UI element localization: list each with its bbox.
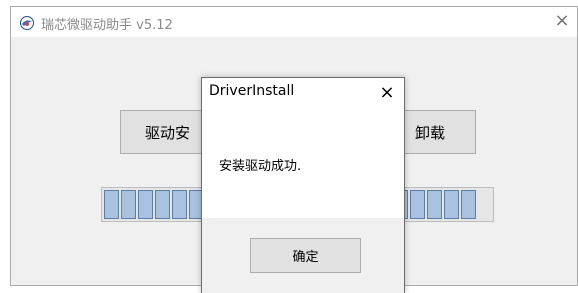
close-icon[interactable]: × <box>374 80 400 106</box>
progress-segment <box>410 190 425 219</box>
progress-segment <box>172 190 187 219</box>
app-logo-icon <box>20 16 34 30</box>
progress-segment <box>104 190 119 219</box>
progress-segment <box>121 190 136 219</box>
progress-segment <box>155 190 170 219</box>
driver-install-dialog: DriverInstall × 安装驱动成功. 确定 <box>201 77 405 293</box>
progress-segment <box>138 190 153 219</box>
window-title: 瑞芯微驱动助手 v5.12 <box>41 18 173 33</box>
dialog-titlebar: DriverInstall × <box>202 78 404 108</box>
main-titlebar: 瑞芯微驱动助手 v5.12 × <box>11 7 577 37</box>
dialog-title: DriverInstall <box>209 83 295 99</box>
dialog-message: 安装驱动成功. <box>219 159 302 174</box>
close-icon[interactable]: × <box>547 7 577 37</box>
progress-segment <box>427 190 442 219</box>
dialog-footer: 确定 <box>202 218 404 293</box>
ok-button[interactable]: 确定 <box>250 238 361 273</box>
progress-segment <box>444 190 459 219</box>
progress-segment <box>461 190 476 219</box>
